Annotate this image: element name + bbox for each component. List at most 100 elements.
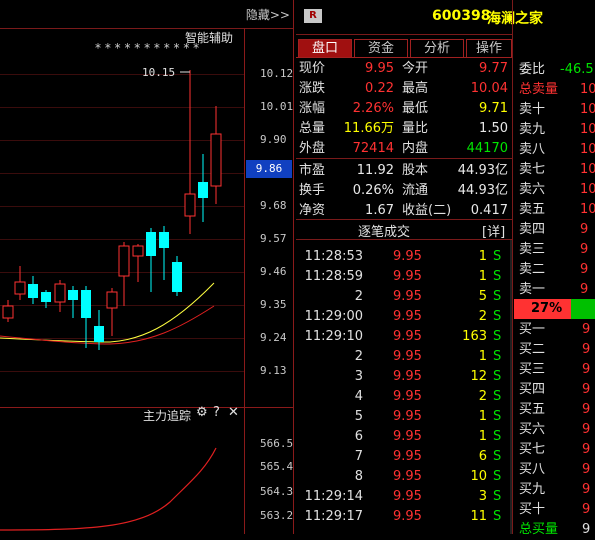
quote-value: 0.26% [352,183,394,198]
main-force-line-chart[interactable] [0,420,244,534]
candle-body [172,262,182,292]
buy-level[interactable]: 买四 9 [514,380,595,400]
quote-value: 1.67 [365,203,394,218]
trade-volume: 1 [478,429,487,444]
trade-volume: 2 [478,309,487,324]
trade-row[interactable]: 4 9.95 2 S [296,387,512,407]
quote-value: 44170 [466,141,508,156]
tab-analysis[interactable]: 分析 [410,39,464,58]
buy-level-value: 9 [582,482,591,497]
sell-level[interactable]: 卖八 10 [514,140,595,160]
trades-title: 逐笔成交 [358,225,411,240]
trade-side: S [493,269,502,284]
trade-row[interactable]: 11:29:10 9.95 163 S [296,327,512,347]
buy-level[interactable]: 买五 9 [514,400,595,420]
gear-icon[interactable]: ⚙ [196,405,208,420]
quote-row: 净资 1.67 收益(二) 0.417 [296,201,512,221]
trade-side: S [493,289,502,304]
trades-detail-link[interactable]: [详] [482,221,505,240]
sell-level-value: 9 [580,262,589,277]
trade-side: S [493,469,502,484]
buy-level[interactable]: 买八 9 [514,460,595,480]
price-axis-border [244,28,245,534]
sell-level[interactable]: 卖九 10 [514,120,595,140]
trade-side: S [493,309,502,324]
trade-row[interactable]: 8 9.95 10 S [296,467,512,487]
trade-row[interactable]: 2 9.95 1 S [296,347,512,367]
trade-row[interactable]: 11:29:00 9.95 2 S [296,307,512,327]
buy-level[interactable]: 买二 9 [514,340,595,360]
quote-label: 涨幅 [299,101,326,116]
trade-row[interactable]: 2 9.95 5 S [296,287,512,307]
sell-level[interactable]: 卖四 9 [514,220,595,240]
trade-volume: 163 [462,329,487,344]
sell-level[interactable]: 卖七 10 [514,160,595,180]
buy-level-label: 买五 [519,402,546,417]
trade-price: 9.95 [393,429,422,444]
trade-volume: 6 [478,449,487,464]
buy-level[interactable]: 买六 9 [514,420,595,440]
trade-time: 4 [354,389,363,404]
tab-funds[interactable]: 资金 [354,39,408,58]
quote-value: 2.26% [352,101,394,116]
trade-time: 11:29:00 [304,309,363,324]
close-icon[interactable]: ✕ [228,405,239,420]
buy-level[interactable]: 买九 9 [514,480,595,500]
hide-panel-toggle[interactable]: 隐藏>> [246,6,290,23]
trade-price: 9.95 [393,349,422,364]
trade-side: S [493,409,502,424]
sell-level[interactable]: 卖一 9 [514,280,595,300]
candle-body [94,326,104,342]
tab-operation[interactable]: 操作 [466,39,512,58]
trade-row[interactable]: 11:28:53 9.95 1 S [296,247,512,267]
buy-level-label: 买一 [519,322,546,337]
trade-price: 9.95 [393,469,422,484]
quote-label: 换手 [299,183,326,198]
candle-body [54,283,66,303]
quote-label: 内盘 [402,141,429,156]
tabs-underline [296,57,512,58]
sell-level[interactable]: 卖六 10 [514,180,595,200]
sell-level[interactable]: 卖五 10 [514,200,595,220]
sell-level-value: 9 [580,222,589,237]
kline-chart-panel[interactable]: 隐藏>> 智能辅助 * * * * * * * * * * * 10.15 10… [0,0,294,534]
trade-row[interactable]: 11:29:14 9.95 3 S [296,487,512,507]
sell-level[interactable]: 卖二 9 [514,260,595,280]
help-icon[interactable]: ? [213,405,220,420]
quote-value: 11.66万 [343,121,394,136]
sub-tick: 563.2 [260,509,294,522]
buy-level-value: 9 [582,362,591,377]
trade-row[interactable]: 7 9.95 6 S [296,447,512,467]
buy-level[interactable]: 买七 9 [514,440,595,460]
trade-row[interactable]: 6 9.95 1 S [296,427,512,447]
tab-handicap[interactable]: 盘口 [298,39,352,58]
quote-value: 1.50 [479,121,508,136]
trade-row[interactable]: 3 9.95 12 S [296,367,512,387]
quote-label: 流通 [402,183,429,198]
trade-volume: 12 [470,369,487,384]
sell-level[interactable]: 卖十 10 [514,100,595,120]
candle-body [184,193,196,217]
sell-level-value: 10 [580,122,595,137]
sell-level[interactable]: 卖三 9 [514,240,595,260]
trade-row[interactable]: 11:28:59 9.95 1 S [296,267,512,287]
buy-level-label: 买三 [519,362,546,377]
quote-panel: R 600398 海澜之家 盘口 资金 分析 操作 现价 9.95 今开 9.77 涨跌… [296,0,543,534]
price-tick: 9.35 [260,298,287,311]
trade-price: 9.95 [393,269,422,284]
sell-level-label: 卖七 [519,162,546,177]
quote-label: 最高 [402,81,429,96]
trade-volume: 5 [478,289,487,304]
sell-level-value: 9 [580,282,589,297]
trade-time: 7 [354,449,363,464]
candlestick-chart[interactable]: 10.15 [0,28,244,407]
trade-row[interactable]: 5 9.95 1 S [296,407,512,427]
sub-tick: 564.3 [260,485,294,498]
buy-level[interactable]: 买一 9 [514,320,595,340]
trade-row[interactable]: 11:29:17 9.95 11 S [296,507,512,527]
buy-level[interactable]: 买三 9 [514,360,595,380]
candle-body [132,245,144,257]
sell-level-value: 10 [580,162,595,177]
stock-code: 600398 [432,8,491,24]
buy-level[interactable]: 买十 9 [514,500,595,520]
